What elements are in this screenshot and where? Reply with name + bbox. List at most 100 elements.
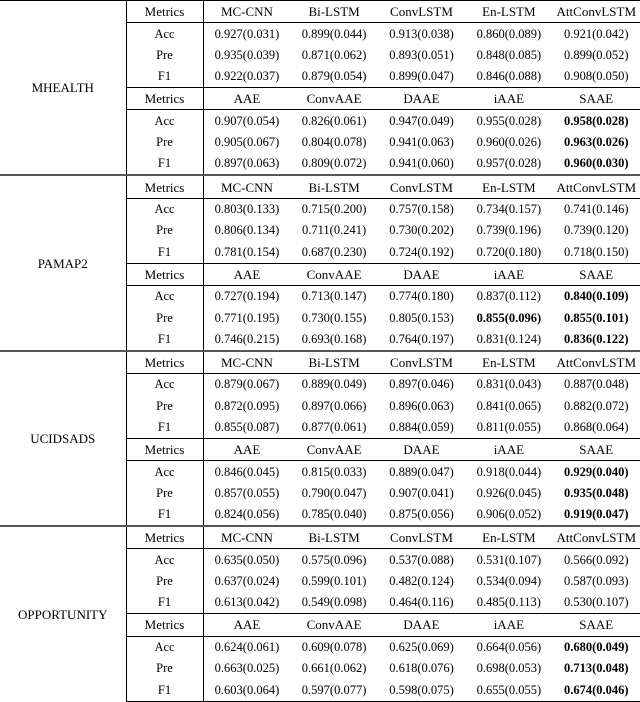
header-row-group-a: OPPORTUNITY Metrics MC-CNN Bi-LSTM ConvLSTM E… [0,525,640,701]
metric-label-acc: Acc [126,198,204,220]
cell-value: 0.848(0.085) [476,47,542,62]
cell-value: 0.618(0.076) [389,661,454,676]
metric-label-pre: Pre [126,131,204,154]
metrics-header: Metrics [126,437,204,462]
cell-value: 0.727(0.194) [214,289,280,304]
cell-value: 0.893(0.051) [389,47,454,62]
cell-value: 0.613(0.042) [214,595,280,610]
cell-value: 0.826(0.061) [301,113,367,128]
column-header-convaae: ConvAAE [290,262,378,286]
cell-value: 0.711(0.241) [302,223,367,238]
column-header-saae: SAAE [552,262,640,286]
header-row-group-a: PAMAP2 Metrics MC-CNN Bi-LSTM ConvLSTM En-LST… [0,174,640,351]
dataset-name-pamap2: PAMAP2 [0,174,127,351]
cell-value: 0.625(0.069) [389,640,454,654]
cell-value: 0.905(0.067) [214,135,280,150]
cell-value: 0.624(0.061) [214,640,280,654]
column-header-iaae: iAAE [465,613,553,637]
dataset-name-ucidsads: UCIDSADS [0,349,127,527]
metric-label-pre: Pre [126,307,204,329]
cell-value: 0.899(0.047) [389,69,454,84]
cell-value: 0.889(0.047) [389,464,454,479]
metric-label-pre: Pre [126,395,204,417]
column-header-convaae: ConvAAE [290,437,378,462]
column-header-saae: SAAE [552,87,640,111]
cell-value: 0.871(0.062) [301,47,367,62]
cell-value: 0.803(0.133) [214,202,280,217]
cell-value: 0.879(0.054) [301,69,367,84]
metrics-header: Metrics [126,349,204,375]
cell-value: 0.941(0.060) [389,156,454,171]
cell-value: 0.599(0.101) [301,574,367,589]
column-header-saae: SAAE [552,437,640,462]
metric-label-acc: Acc [126,22,204,45]
cell-value: 0.846(0.088) [476,69,542,84]
header-row-group-a: MHEALTH Metrics MC-CNN Bi-LSTM ConvLSTM En-LS… [0,0,640,176]
cell-value: 0.724(0.192) [389,244,454,259]
cell-value: 0.587(0.093) [563,574,629,589]
cell-value: 0.908(0.050) [563,69,629,84]
cell-value: 0.718(0.150) [563,244,629,259]
column-header-attconvlstm: AttConvLSTM [552,349,640,375]
metric-label-pre: Pre [126,219,204,242]
column-header-en-lstm: En-LSTM [465,174,553,199]
metric-label-pre: Pre [126,482,204,504]
column-header-daae: DAAE [377,613,466,637]
cell-value: 0.664(0.056) [476,640,542,654]
cell-value: 0.720(0.180) [476,244,542,259]
cell-value: 0.746(0.215) [214,331,280,346]
cell-value: 0.918(0.044) [476,464,542,479]
cell-value: 0.935(0.048) [563,485,629,500]
dataset-name-opportunity: OPPORTUNITY [0,525,127,701]
cell-value: 0.935(0.039) [214,47,280,62]
cell-value: 0.637(0.024) [214,574,280,589]
cell-value: 0.941(0.063) [389,135,454,150]
cell-value: 0.846(0.045) [214,464,280,479]
cell-value: 0.804(0.078) [301,135,367,150]
cell-value: 0.549(0.098) [301,595,367,610]
cell-value: 0.781(0.154) [214,244,280,259]
header-row-group-a: UCIDSADS Metrics MC-CNN Bi-LSTM ConvLSTM En-L… [0,349,640,527]
cell-value: 0.661(0.062) [301,661,367,676]
cell-value: 0.897(0.066) [301,398,367,413]
cell-value: 0.947(0.049) [389,113,454,128]
metric-label-acc: Acc [126,109,204,132]
metric-label-pre: Pre [126,570,204,593]
cell-value: 0.884(0.059) [389,420,454,435]
cell-value: 0.715(0.200) [301,202,367,217]
cell-value: 0.609(0.078) [301,640,367,654]
cell-value: 0.855(0.096) [476,310,542,325]
cell-value: 0.860(0.089) [476,26,542,41]
metric-label-f1: F1 [126,153,204,176]
cell-value: 0.957(0.028) [476,156,542,171]
metrics-header: Metrics [126,613,204,637]
cell-value: 0.739(0.196) [476,223,542,238]
cell-value: 0.841(0.065) [476,398,542,413]
cell-value: 0.836(0.122) [563,331,629,346]
metric-label-acc: Acc [126,548,204,571]
cell-value: 0.837(0.112) [476,289,541,304]
column-header-convlstm: ConvLSTM [377,349,466,375]
cell-value: 0.831(0.124) [476,331,542,346]
cell-value: 0.913(0.038) [389,26,454,41]
cell-value: 0.713(0.048) [563,661,629,676]
column-header-mc-cnn: MC-CNN [203,349,291,375]
column-header-iaae: iAAE [465,437,553,462]
cell-value: 0.922(0.037) [214,69,280,84]
cell-value: 0.877(0.061) [301,420,367,435]
cell-value: 0.887(0.048) [563,377,629,392]
cell-value: 0.464(0.116) [389,595,454,610]
metric-label-pre: Pre [126,44,204,66]
cell-value: 0.680(0.049) [563,640,629,654]
cell-value: 0.693(0.168) [301,331,367,346]
cell-value: 0.899(0.044) [301,26,367,41]
column-header-bi-lstm: Bi-LSTM [290,0,378,24]
cell-value: 0.739(0.120) [563,223,629,238]
cell-value: 0.963(0.026) [563,135,629,150]
cell-value: 0.857(0.055) [214,485,280,500]
cell-value: 0.734(0.157) [476,202,542,217]
metric-label-f1: F1 [126,679,204,702]
metric-label-pre: Pre [126,657,204,680]
column-header-attconvlstm: AttConvLSTM [552,525,640,550]
cell-value: 0.531(0.107) [476,552,542,567]
